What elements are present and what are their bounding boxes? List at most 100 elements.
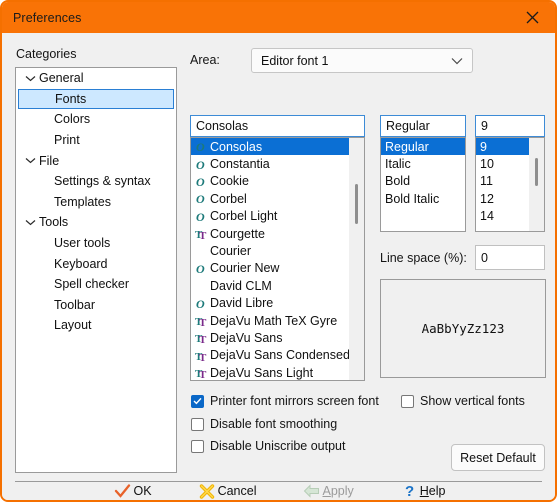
style-list-item[interactable]: Regular [381,138,465,156]
category-item-label: Templates [54,194,111,209]
checkbox-printer-font-mirrors[interactable]: Printer font mirrors screen font [191,394,379,408]
font-name-value: Consolas [196,119,249,133]
checkbox-box [191,417,204,431]
category-item-settings-syntax[interactable]: Settings & syntax [16,171,176,192]
category-item-toolbar[interactable]: Toolbar [16,295,176,316]
category-item-spell-checker[interactable]: Spell checker [16,274,176,295]
close-button[interactable] [509,2,555,33]
font-list-item[interactable]: T T DejaVu Math TeX Gyre [191,312,364,329]
font-size-list[interactable]: 9 10 11 12 14 [475,137,545,232]
svg-text:O: O [196,140,205,153]
opentype-icon: O [195,175,210,188]
font-list-item-label: Cookie [210,174,249,189]
svg-text:O: O [196,175,205,188]
apply-label: Apply [322,484,354,498]
font-list-item-label: David Libre [210,296,274,311]
category-item-label: File [39,153,60,168]
ok-button[interactable]: OK [112,483,152,499]
category-item-fonts[interactable]: Fonts [18,88,174,110]
font-list-item-label: DejaVu Sans Light [210,365,314,380]
line-space-label: Line space (%): [380,251,467,265]
size-list-item-label: 11 [480,174,493,189]
category-item-label: User tools [54,236,111,251]
checkbox-disable-uniscribe-output[interactable]: Disable Uniscribe output [191,439,346,453]
font-list-item[interactable]: O David Libre [191,295,364,312]
footer-bar: OK Cancel Apply ? Help [2,482,555,500]
font-style-input[interactable]: Regular [380,115,466,137]
font-list-item[interactable]: Courier [191,242,364,259]
font-list-item[interactable]: O Corbel Light [191,208,364,225]
svg-text:T: T [199,369,207,379]
font-list-item[interactable]: O Corbel [191,190,364,207]
truetype-icon: TT [195,331,210,344]
area-dropdown[interactable]: Editor font 1 [251,48,473,73]
svg-text:O: O [196,210,205,223]
font-list-item-label: David CLM [210,278,272,293]
font-list-item[interactable]: T T DejaVu Sans Condensed [191,347,364,364]
preferences-dialog: Preferences Categories General Fonts Color… [0,0,557,502]
help-button[interactable]: ? Help [398,483,446,499]
category-item-templates[interactable]: Templates [16,192,176,213]
font-size-value: 9 [481,119,488,133]
checkbox-box [401,394,414,408]
category-item-general[interactable]: General [16,68,176,89]
category-item-tools[interactable]: Tools [16,212,176,233]
cancel-button[interactable]: Cancel [196,483,256,499]
line-space-input[interactable]: 0 [475,245,545,270]
category-item-layout[interactable]: Layout [16,315,176,336]
checkbox-label: Show vertical fonts [420,394,525,408]
checkbox-label: Disable Uniscribe output [210,439,346,453]
opentype-icon: O [195,158,210,171]
svg-text:O: O [196,297,205,310]
style-list-item-label: Regular [385,139,429,154]
category-item-colors[interactable]: Colors [16,109,176,130]
ok-label: OK [133,484,152,498]
category-item-print[interactable]: Print [16,130,176,151]
chevron-down-icon[interactable] [22,219,39,226]
font-list-item[interactable]: T T DejaVu Sans [191,329,364,346]
font-list-scrollbar[interactable] [349,138,364,380]
font-list-item[interactable]: O Constantia [191,155,364,172]
font-list-item[interactable]: David CLM [191,277,364,294]
chevron-down-icon[interactable] [22,75,39,82]
svg-text:O: O [196,262,205,275]
chevron-down-icon[interactable] [22,157,39,164]
svg-text:T: T [199,230,207,240]
svg-text:T: T [199,317,207,327]
checkmark-icon [112,483,134,499]
style-list-item[interactable]: Bold Italic [381,190,465,207]
apply-button[interactable]: Apply [300,484,354,498]
style-list-item-label: Bold Italic [385,191,440,206]
reset-default-label: Reset Default [460,450,536,465]
truetype-icon: TT [195,349,210,362]
category-item-keyboard[interactable]: Keyboard [16,253,176,274]
checkbox-box [191,394,204,408]
svg-text:O: O [196,158,205,171]
window-title: Preferences [13,10,82,25]
font-name-list[interactable]: O Consolas O Constantia O Cookie O Corbel O Corbe… [190,137,365,381]
category-item-file[interactable]: File [16,150,176,171]
font-name-input[interactable]: Consolas [190,115,365,137]
font-list-item[interactable]: O Courier New [191,260,364,277]
question-icon: ? [398,483,420,499]
size-list-scrollbar[interactable] [529,138,544,231]
checkbox-disable-font-smoothing[interactable]: Disable font smoothing [191,417,337,431]
svg-text:T: T [199,334,207,344]
category-item-label: Colors [54,112,91,127]
reset-default-button[interactable]: Reset Default [451,444,545,471]
font-list-item-label: Corbel Light [210,209,278,224]
style-list-item[interactable]: Italic [381,155,465,172]
font-list-item[interactable]: T T DejaVu Sans Light [191,364,364,380]
font-size-input[interactable]: 9 [475,115,545,137]
svg-text:?: ? [405,483,414,499]
x-mark-icon [196,483,218,499]
categories-tree[interactable]: General Fonts Colors Print File Settings & sy… [15,67,177,473]
checkbox-show-vertical-fonts[interactable]: Show vertical fonts [401,394,525,408]
font-list-item[interactable]: T T Courgette [191,225,364,242]
font-list-item-label: Constantia [210,157,270,172]
font-style-list[interactable]: Regular Italic Bold Bold Italic [380,137,466,232]
style-list-item[interactable]: Bold [381,173,465,190]
category-item-user-tools[interactable]: User tools [16,233,176,254]
font-list-item[interactable]: O Consolas [191,138,364,156]
font-list-item[interactable]: O Cookie [191,173,364,190]
